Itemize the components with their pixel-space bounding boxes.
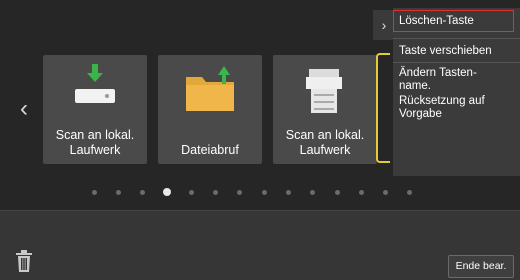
bottom-bar xyxy=(0,210,520,280)
page-dot[interactable] xyxy=(213,190,218,195)
trash-icon[interactable] xyxy=(15,250,33,272)
tile-label: Scan an lokal. Laufwerk xyxy=(285,128,365,157)
menu-divider xyxy=(393,62,520,63)
page-dot[interactable] xyxy=(310,190,316,195)
page-dot[interactable] xyxy=(334,190,340,195)
page-dot[interactable] xyxy=(140,190,146,195)
page-dot[interactable] xyxy=(285,190,291,195)
chevron-right-icon[interactable]: › xyxy=(373,10,395,40)
page-indicator xyxy=(88,185,448,199)
drag-target-bracket xyxy=(376,53,390,163)
page-dot[interactable] xyxy=(188,190,194,195)
page-dot[interactable] xyxy=(237,190,243,195)
menu-item-reset-default[interactable]: Rücksetzung auf Vorgabe xyxy=(399,95,493,121)
tile-label: Dateiabruf xyxy=(181,143,239,157)
page-dot[interactable] xyxy=(407,190,413,195)
menu-divider xyxy=(393,38,520,39)
tile-file-retrieval[interactable]: Dateiabruf xyxy=(158,55,262,164)
page-dot-active[interactable] xyxy=(162,188,171,196)
folder-upload-icon xyxy=(186,66,234,111)
page-dot[interactable] xyxy=(358,190,364,195)
menu-item-delete-key[interactable]: Löschen-Taste xyxy=(393,10,514,32)
menu-item-move-key[interactable]: Taste verschieben xyxy=(399,45,516,58)
tile-scan-to-local-drive[interactable]: Scan an lokal. Laufwerk xyxy=(43,55,147,164)
page-dot[interactable] xyxy=(91,190,97,195)
end-edit-button[interactable]: Ende bear. xyxy=(448,255,514,278)
scan-to-drive-icon xyxy=(75,64,115,103)
context-menu: Löschen-Taste Taste verschieben Ändern T… xyxy=(393,8,520,176)
tile-scan-to-local-drive-2[interactable]: Scan an lokal. Laufwerk xyxy=(273,55,377,164)
chevron-left-icon[interactable]: ‹ xyxy=(20,97,28,121)
home-screen-edit: ‹ Scan an lokal. Laufwerk Dateiabruf Sca… xyxy=(0,0,520,280)
menu-item-rename-key[interactable]: Ändern Tasten-name. xyxy=(399,67,481,93)
printer-icon xyxy=(306,69,342,113)
page-dot[interactable] xyxy=(261,190,267,195)
tile-label: Scan an lokal. Laufwerk xyxy=(55,128,135,157)
page-dot[interactable] xyxy=(383,190,389,195)
page-dot[interactable] xyxy=(115,190,121,195)
